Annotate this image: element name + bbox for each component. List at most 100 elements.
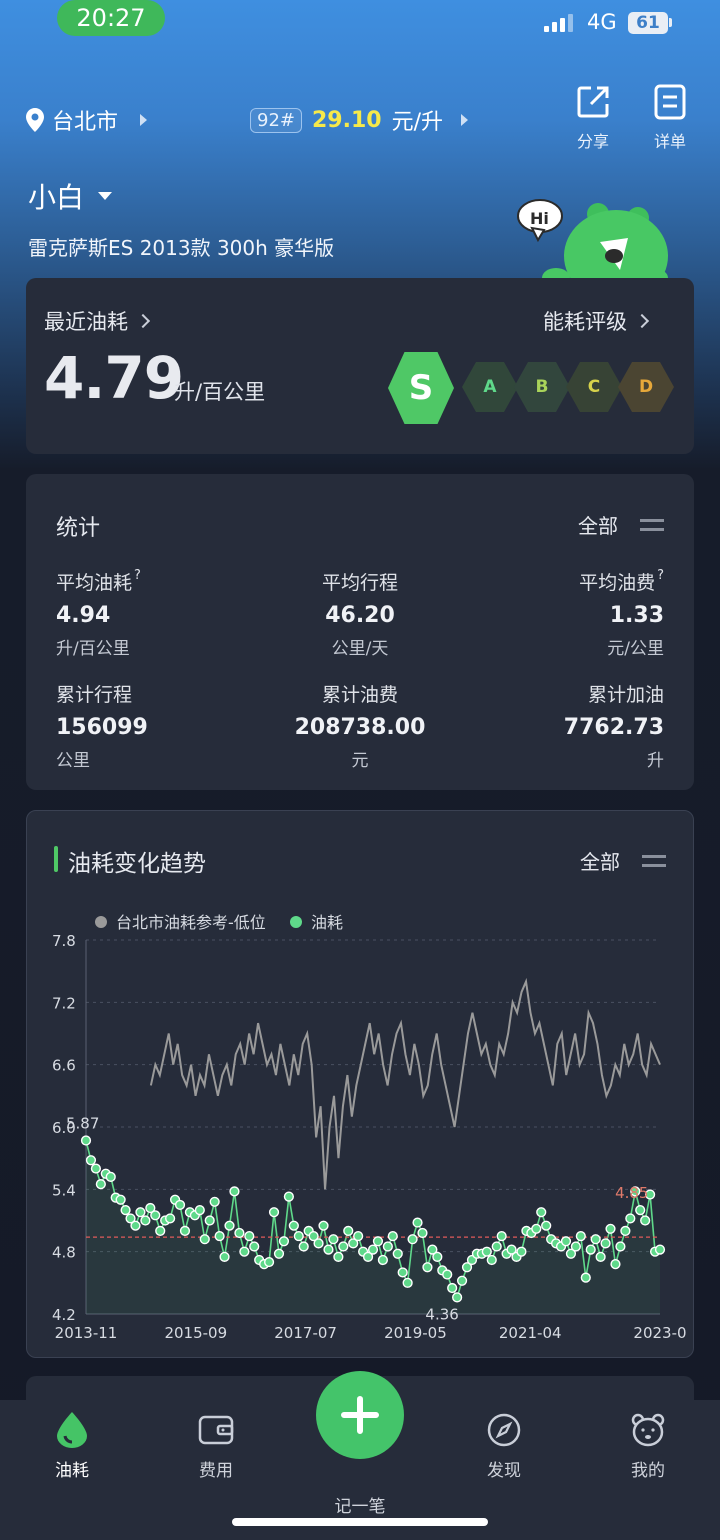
x-axis: 2013-11 2015-09 2017-07 2019-05 2021-04 2023-… (55, 1313, 687, 1342)
y-tick-label: 4.8 (52, 1244, 76, 1262)
consumption-point (496, 1230, 507, 1242)
consumption-point (456, 1275, 468, 1286)
consumption-point (417, 1227, 428, 1239)
consumption-point (224, 1220, 235, 1231)
consumption-point (377, 1254, 388, 1266)
consumption-point (174, 1199, 186, 1211)
fuel-drop-icon (57, 1412, 87, 1448)
consumption-point (452, 1292, 463, 1303)
chevron-right-icon (461, 114, 469, 126)
consumption-series (80, 1135, 666, 1314)
nav-item-profile[interactable]: 我的 (598, 1412, 698, 1481)
trend-filter-label: 全部 (580, 850, 620, 874)
chevron-right-icon (634, 313, 650, 329)
legend-label-reference: 台北市油耗参考-低位 (116, 913, 266, 932)
fuel-price-unit: 元/升 (391, 110, 444, 135)
consumption-point (293, 1230, 304, 1242)
y-tick-label: 4.2 (52, 1306, 76, 1324)
consumption-point (486, 1254, 497, 1266)
detail-button[interactable]: 详单 (640, 84, 700, 152)
stat-total-fuel: 累计加油 7762.73 升 (464, 680, 664, 771)
consumption-point (333, 1251, 344, 1262)
stat-total-distance: 累计行程 156099 公里 (56, 680, 148, 771)
y-tick-label: 7.2 (52, 994, 76, 1012)
y-tick-label: 5.4 (52, 1181, 76, 1199)
bear-face-icon (631, 1413, 665, 1447)
consumption-point (239, 1246, 250, 1257)
stat-value: 46.20 (325, 603, 395, 628)
consumption-point (115, 1194, 126, 1205)
rating-title: 能耗评级 (543, 310, 627, 334)
help-icon[interactable]: ? (657, 568, 664, 583)
consumption-point (372, 1236, 384, 1247)
consumption-point (120, 1205, 131, 1216)
consumption-point (343, 1225, 354, 1236)
stat-unit: 公里 (56, 751, 90, 771)
nav-item-expense[interactable]: 费用 (166, 1412, 266, 1481)
consumption-point (130, 1220, 141, 1231)
legend-marker-consumption (290, 916, 302, 928)
status-time: 20:27 (57, 0, 165, 36)
car-model: 雷克萨斯ES 2013款 300h 豪华版 (28, 236, 335, 260)
signal-icon (544, 14, 573, 32)
consumption-point (516, 1246, 527, 1257)
fuel-price-selector[interactable]: 92# 29.10 元/升 (250, 104, 469, 136)
fuel-price-value: 29.10 (312, 107, 382, 133)
nav-item-discover[interactable]: 发现 (454, 1412, 554, 1481)
consumption-point (268, 1207, 280, 1218)
recent-consumption-value: 4.79 (44, 344, 184, 412)
consumption-point (635, 1205, 646, 1216)
nav-item-fuel[interactable]: 油耗 (22, 1412, 122, 1481)
data-label: 5.87 (66, 1115, 99, 1133)
consumption-point (367, 1244, 379, 1255)
consumption-point (531, 1223, 542, 1234)
location-selector[interactable]: 台北市 (26, 104, 148, 136)
trend-chart[interactable]: 台北市油耗参考-低位 油耗 7.87.26.66.05.44.84.2 2013… (26, 900, 694, 1346)
consumption-point (338, 1241, 349, 1252)
stat-label: 累计油费 (321, 684, 398, 706)
recent-consumption-link[interactable]: 最近油耗 (44, 306, 151, 336)
help-icon[interactable]: ? (134, 568, 141, 583)
nav-label: 发现 (487, 1461, 521, 1481)
consumption-point (288, 1220, 299, 1231)
consumption-point (263, 1256, 275, 1268)
stat-label: 平均油耗 (56, 572, 133, 594)
consumption-point (199, 1234, 210, 1245)
consumption-point (590, 1234, 601, 1245)
consumption-point (283, 1191, 294, 1202)
stat-unit: 升/百公里 (56, 639, 130, 659)
compass-icon (487, 1413, 521, 1447)
x-tick-label: 2013-11 (55, 1324, 118, 1342)
consumption-point (640, 1215, 651, 1226)
consumption-point (412, 1217, 423, 1228)
fuel-grade-badge: 92# (250, 107, 302, 133)
consumption-point (155, 1225, 166, 1236)
stat-value: 1.33 (609, 603, 664, 628)
list-detail-icon (654, 84, 686, 120)
consumption-point (209, 1196, 220, 1207)
swap-icon (642, 851, 666, 871)
consumption-point (278, 1236, 290, 1247)
stat-total-cost: 累计油费 208738.00 元 (260, 680, 460, 771)
legend-label-consumption: 油耗 (311, 913, 343, 932)
consumption-point (323, 1244, 334, 1255)
consumption-area (86, 1140, 660, 1314)
car-selector[interactable]: 小白 (28, 176, 113, 216)
nav-label: 费用 (199, 1461, 233, 1481)
consumption-point (80, 1135, 92, 1146)
share-button[interactable]: 分享 (563, 84, 623, 152)
consumption-point (600, 1238, 611, 1249)
stats-filter[interactable]: 全部 (578, 510, 664, 539)
add-record-button[interactable] (316, 1371, 404, 1459)
consumption-point (179, 1225, 191, 1236)
car-name: 小白 (28, 181, 85, 214)
energy-rating-link[interactable]: 能耗评级 (543, 306, 650, 336)
bear-mascot[interactable]: Hi (516, 194, 676, 302)
consumption-point (135, 1207, 146, 1218)
trend-filter[interactable]: 全部 (580, 846, 666, 875)
add-record-label: 记一笔 (334, 1497, 386, 1517)
consumption-point (313, 1238, 324, 1249)
home-indicator (232, 1518, 488, 1526)
location-pin-icon (26, 108, 44, 132)
consumption-point (654, 1244, 666, 1255)
